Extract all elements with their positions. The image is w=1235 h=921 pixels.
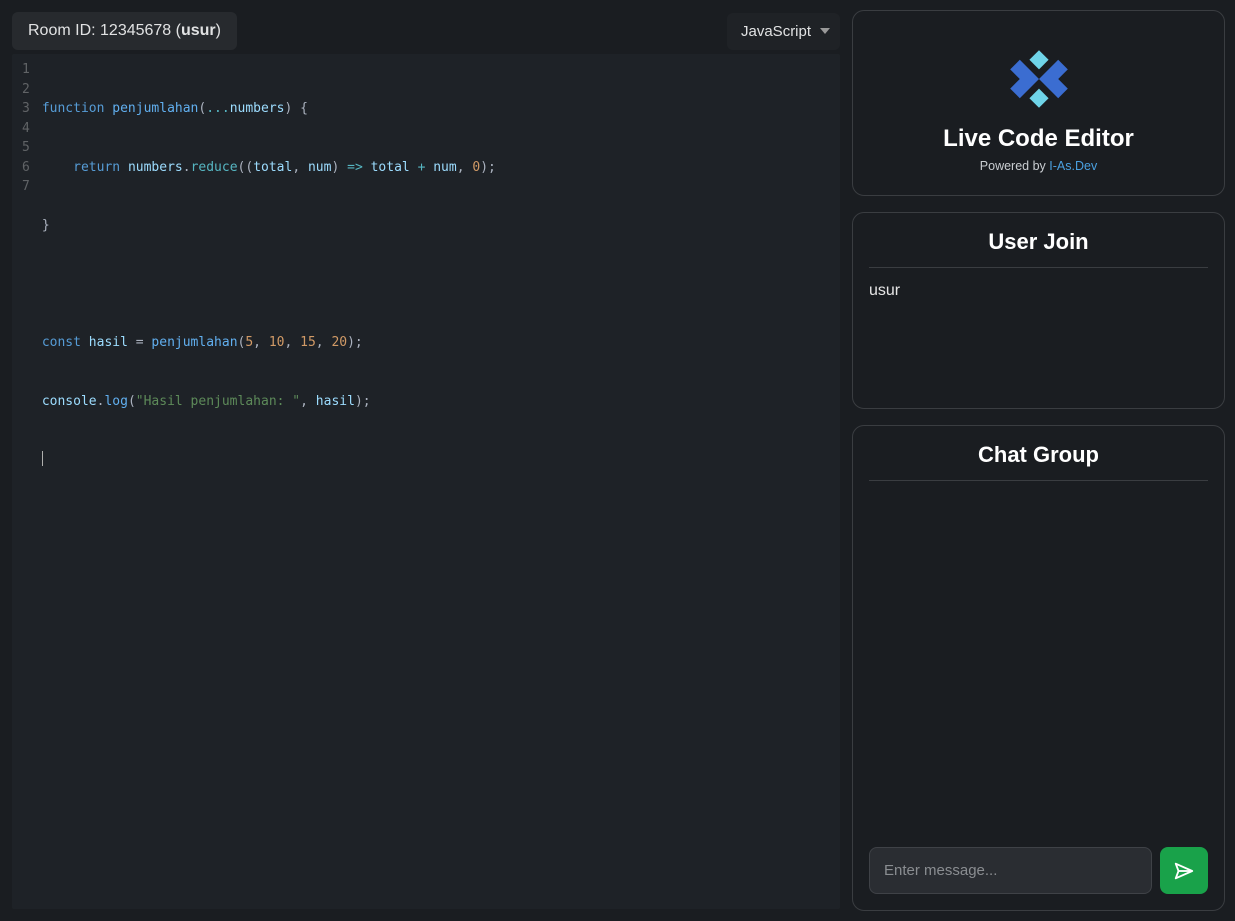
room-id: 12345678 bbox=[100, 22, 171, 39]
text-cursor bbox=[42, 451, 43, 466]
code-editor[interactable]: 1 2 3 4 5 6 7 function penjumlahan(...nu… bbox=[12, 54, 840, 909]
chat-input-row bbox=[869, 847, 1208, 894]
editor-header: Room ID: 12345678 (usur) JavaScript bbox=[12, 12, 840, 50]
code-line: console.log("Hasil penjumlahan: ", hasil… bbox=[42, 392, 836, 412]
room-label-prefix: Room ID: bbox=[28, 22, 100, 39]
line-number: 6 bbox=[22, 158, 30, 178]
chat-input[interactable] bbox=[869, 847, 1152, 894]
send-icon bbox=[1173, 860, 1195, 882]
code-line: } bbox=[42, 216, 836, 236]
code-line: return numbers.reduce((total, num) => to… bbox=[42, 158, 836, 178]
code-area[interactable]: function penjumlahan(...numbers) { retur… bbox=[38, 54, 840, 909]
powered-by: Powered by I-As.Dev bbox=[980, 159, 1097, 173]
sidebar: Live Code Editor Powered by I-As.Dev Use… bbox=[852, 0, 1235, 921]
user-join-panel: User Join usur bbox=[852, 212, 1225, 409]
room-username: usur bbox=[181, 22, 216, 39]
send-button[interactable] bbox=[1160, 847, 1208, 894]
code-line: const hasil = penjumlahan(5, 10, 15, 20)… bbox=[42, 333, 836, 353]
user-join-title: User Join bbox=[869, 229, 1208, 268]
logo-area: Live Code Editor Powered by I-As.Dev bbox=[869, 27, 1208, 179]
user-list: usur bbox=[869, 282, 1208, 392]
line-number: 2 bbox=[22, 80, 30, 100]
room-id-badge: Room ID: 12345678 (usur) bbox=[12, 12, 237, 50]
line-gutter: 1 2 3 4 5 6 7 bbox=[12, 54, 38, 909]
chat-title: Chat Group bbox=[869, 442, 1208, 481]
chat-messages bbox=[869, 495, 1208, 847]
code-line bbox=[42, 275, 836, 295]
code-line: function penjumlahan(...numbers) { bbox=[42, 99, 836, 119]
line-number: 1 bbox=[22, 60, 30, 80]
language-select[interactable]: JavaScript bbox=[727, 13, 840, 50]
app-info-panel: Live Code Editor Powered by I-As.Dev bbox=[852, 10, 1225, 196]
line-number: 3 bbox=[22, 99, 30, 119]
line-number: 5 bbox=[22, 138, 30, 158]
main-area: Room ID: 12345678 (usur) JavaScript 1 2 … bbox=[0, 0, 852, 921]
user-list-item: usur bbox=[869, 282, 1208, 300]
code-line bbox=[42, 450, 836, 470]
powered-link[interactable]: I-As.Dev bbox=[1049, 159, 1097, 173]
app-title: Live Code Editor bbox=[943, 125, 1134, 153]
chat-panel: Chat Group bbox=[852, 425, 1225, 911]
line-number: 4 bbox=[22, 119, 30, 139]
app-logo-icon bbox=[1007, 47, 1071, 111]
line-number: 7 bbox=[22, 177, 30, 197]
